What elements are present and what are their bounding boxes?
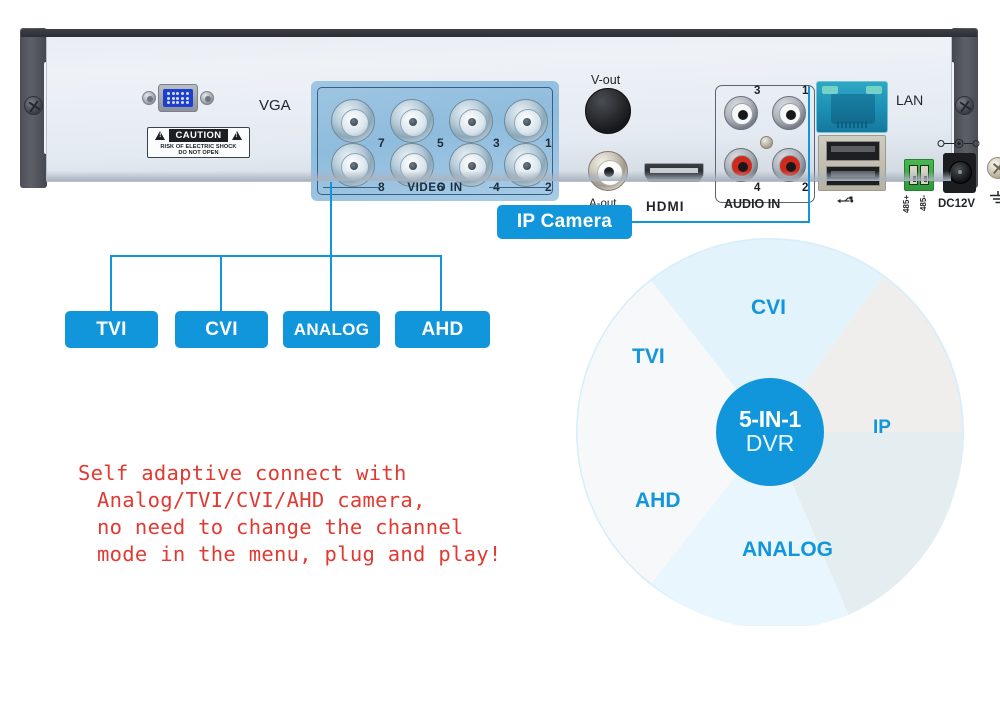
callout-chip-cvi[interactable]: CVI (175, 311, 268, 348)
lan-pins (837, 121, 869, 128)
lan-led-right-icon (866, 86, 882, 94)
rca-number-4: 4 (754, 182, 761, 194)
bnc-number-1: 1 (545, 136, 552, 150)
rca-jack-1 (772, 96, 806, 130)
lan-label: LAN (896, 92, 924, 108)
ground-icon (990, 191, 1000, 204)
usb-icon (837, 196, 854, 204)
bracket-screw-left (24, 96, 43, 115)
vga-screw-left (142, 91, 156, 105)
wire-ip-camera-vertical (808, 86, 810, 223)
vga-pin-field (163, 89, 193, 107)
rca-jack-3 (724, 96, 758, 130)
callout-chip-tvi[interactable]: TVI (65, 311, 158, 348)
video-in-label: VIDEO IN (407, 182, 463, 194)
rs485-positive-label: 485+ (902, 195, 911, 214)
pie-center-title: 5-IN-1 (738, 405, 802, 432)
lan-port (816, 81, 888, 133)
vout-label: V-out (591, 73, 621, 87)
rca-number-3: 3 (754, 85, 761, 97)
bnc-number-5: 5 (437, 136, 444, 150)
feature-note-line-1: Self adaptive connect with (78, 461, 407, 485)
rs485-negative-label: 485- (919, 195, 928, 212)
bnc-number-7: 7 (378, 136, 385, 150)
panel-top-rail (21, 29, 977, 37)
bnc-connector-5 (390, 99, 434, 143)
video-out-port (585, 88, 631, 134)
pie-label-ahd: AHD (635, 489, 681, 512)
audio-in-label: AUDIO IN (724, 197, 781, 211)
callout-chip-ip-camera[interactable]: IP Camera (497, 205, 632, 239)
bnc-connector-3 (449, 99, 493, 143)
vga-connector-body (158, 84, 198, 112)
audio-in-block: 3 1 4 2 (715, 85, 815, 203)
rear-panel-face: VGA CAUTION RISK OF ELECTRIC SHOCK DO NO… (21, 29, 1000, 214)
mounting-bracket-left (20, 28, 59, 188)
dvr-rear-panel: VGA CAUTION RISK OF ELECTRIC SHOCK DO NO… (20, 28, 1000, 214)
feature-note: Self adaptive connect with Analog/TVI/CV… (78, 460, 598, 568)
wire-ip-camera-horizontal (632, 221, 810, 223)
usb-port-top (826, 141, 880, 161)
vga-screw-right (200, 91, 214, 105)
panel-bottom-shadow (47, 171, 951, 181)
warning-triangle-icon (231, 131, 242, 140)
wire-horizontal-bus (110, 255, 442, 257)
vga-port (142, 84, 214, 112)
pie-label-analog: ANALOG (742, 538, 833, 561)
vga-label: VGA (259, 97, 291, 114)
hdmi-label: HDMI (646, 199, 685, 214)
lan-latch (831, 94, 875, 124)
bnc-connector-1 (504, 99, 548, 143)
lan-led-left-icon (822, 86, 838, 94)
feature-note-line-4: mode in the menu, plug and play! (97, 542, 502, 566)
usb-frame (818, 135, 886, 191)
callout-chip-ahd[interactable]: AHD (395, 311, 490, 348)
audio-block-screw (760, 136, 773, 149)
infographic-root: VGA CAUTION RISK OF ELECTRIC SHOCK DO NO… (0, 0, 1000, 712)
dc-polarity-icon (937, 139, 980, 148)
wire-video-in-trunk (330, 182, 332, 257)
pie-label-cvi: CVI (751, 296, 787, 319)
bnc-connector-7 (331, 99, 375, 143)
caution-title: CAUTION (169, 129, 228, 142)
callout-chip-analog[interactable]: ANALOG (283, 311, 380, 348)
feature-note-line-3: no need to change the channel (97, 515, 464, 539)
feature-note-line-2: Analog/TVI/CVI/AHD camera, (97, 488, 426, 512)
wire-drop-tvi (110, 255, 112, 313)
video-in-block: 7 5 3 1 8 6 4 2 VIDEO IN (311, 81, 559, 201)
pie-center-hub: 5-IN-1 DVR (716, 378, 824, 486)
bracket-screw-right (955, 96, 974, 115)
caution-sticker: CAUTION RISK OF ELECTRIC SHOCK DO NOT OP… (147, 127, 250, 158)
caution-line-2: DO NOT OPEN (178, 150, 219, 156)
wire-drop-cvi (220, 255, 222, 313)
dc-power-label: DC12V (938, 198, 976, 210)
warning-triangle-icon (155, 131, 166, 140)
wire-drop-ahd (440, 255, 442, 313)
wire-drop-analog (330, 255, 332, 313)
pie-label-tvi: TVI (632, 345, 665, 368)
pie-center-subtitle: DVR (745, 429, 795, 456)
pie-label-ip: IP (873, 417, 891, 438)
ground-screw (987, 157, 1000, 179)
bnc-number-3: 3 (493, 136, 500, 150)
